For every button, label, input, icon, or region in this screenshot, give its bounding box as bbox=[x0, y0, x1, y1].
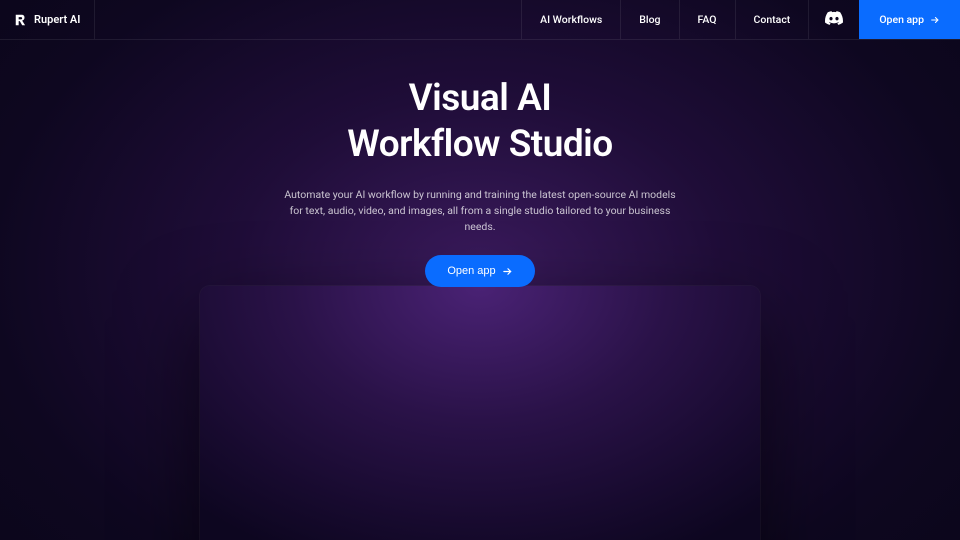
cta-label: Open app bbox=[447, 265, 495, 277]
logo-icon bbox=[14, 13, 28, 27]
hero-title-line1: Visual AI bbox=[409, 77, 552, 120]
nav-faq[interactable]: FAQ bbox=[679, 0, 735, 39]
hero-section: Visual AI Workflow Studio Automate your … bbox=[0, 40, 960, 287]
preview-frame bbox=[200, 286, 760, 540]
nav-label: Contact bbox=[754, 13, 791, 26]
nav-blog[interactable]: Blog bbox=[620, 0, 678, 39]
logo[interactable]: Rupert AI bbox=[0, 0, 95, 39]
nav-label: FAQ bbox=[698, 13, 717, 26]
brand-name: Rupert AI bbox=[34, 13, 80, 26]
nav-contact[interactable]: Contact bbox=[735, 0, 809, 39]
arrow-right-icon bbox=[930, 15, 940, 25]
discord-icon bbox=[825, 10, 843, 29]
arrow-right-icon bbox=[502, 266, 513, 277]
open-app-label: Open app bbox=[879, 13, 924, 26]
discord-link[interactable] bbox=[808, 0, 859, 39]
nav-label: AI Workflows bbox=[540, 13, 602, 26]
hero-title: Visual AI Workflow Studio bbox=[347, 76, 612, 169]
header-spacer bbox=[95, 0, 521, 39]
hero-subtitle: Automate your AI workflow by running and… bbox=[280, 187, 680, 236]
open-app-header-button[interactable]: Open app bbox=[859, 0, 960, 39]
hero-title-line2: Workflow Studio bbox=[347, 123, 612, 166]
nav-ai-workflows[interactable]: AI Workflows bbox=[521, 0, 620, 39]
header: Rupert AI AI Workflows Blog FAQ Contact … bbox=[0, 0, 960, 40]
nav-label: Blog bbox=[639, 13, 660, 26]
open-app-cta-button[interactable]: Open app bbox=[425, 255, 534, 287]
